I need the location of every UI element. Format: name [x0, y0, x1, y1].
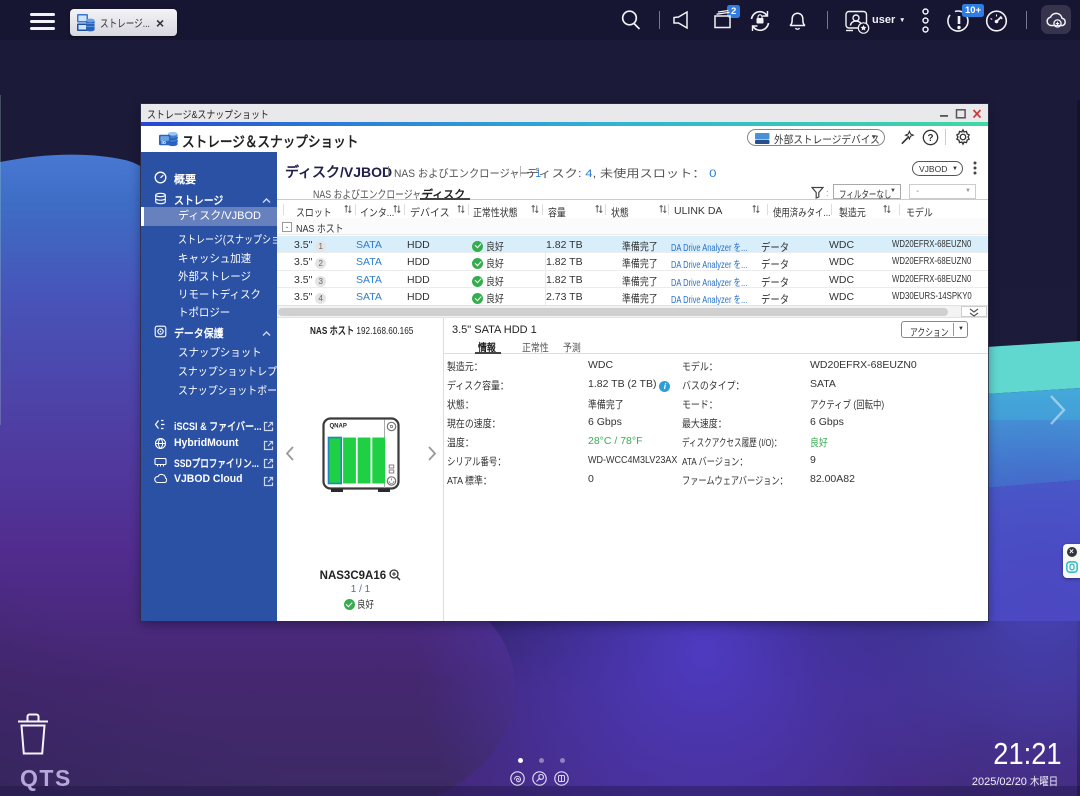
svg-text:?: ?	[927, 133, 933, 144]
svg-text:io: io	[161, 140, 166, 146]
svg-text:QNAP: QNAP	[330, 424, 347, 430]
